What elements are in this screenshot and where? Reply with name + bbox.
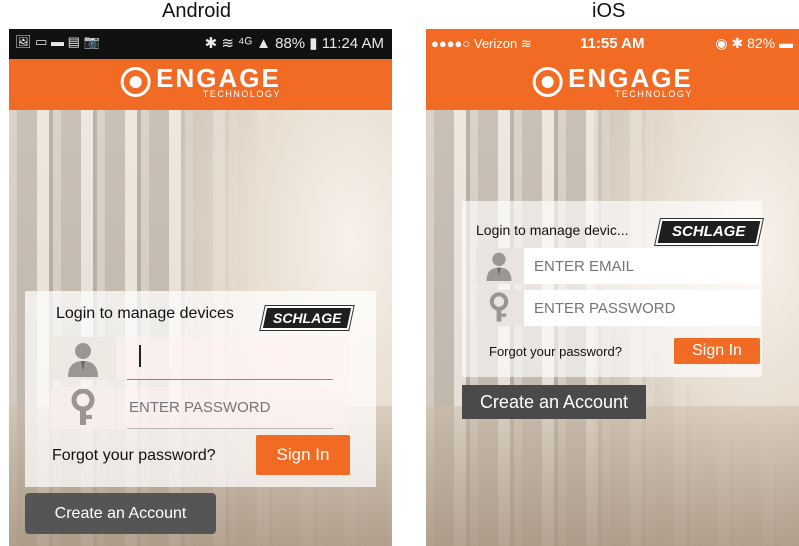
logo-word: ENGAGE	[156, 63, 281, 93]
password-input[interactable]	[127, 387, 333, 429]
create-account-button[interactable]: Create an Account	[25, 493, 216, 534]
engage-logo: ENGAGE TECHNOLOGY	[532, 65, 693, 99]
email-row	[51, 337, 349, 380]
user-icon	[51, 337, 115, 380]
key-icon	[476, 290, 522, 326]
android-status-bar: 🖼 ▭ ▬ ▤ 📷 ✱ ≋ ⁴ᴳ ▲ 88% ▮ 11:24 AM	[9, 29, 392, 59]
logo-word: ENGAGE	[568, 63, 693, 93]
schlage-logo: SCHLAGE	[655, 219, 763, 245]
login-title: Login to manage devices	[56, 305, 234, 322]
login-panel: Login to manage devic... SCHLAGE Forgot …	[462, 201, 763, 377]
password-row	[476, 290, 760, 326]
text-caret	[139, 345, 141, 367]
android-heading: Android	[162, 0, 231, 22]
status-time: 11:55 AM	[580, 35, 645, 52]
forgot-password-link[interactable]: Forgot your password?	[52, 447, 216, 465]
sign-in-button[interactable]: Sign In	[256, 435, 350, 475]
engage-logo-icon	[532, 67, 563, 97]
email-input[interactable]	[127, 337, 333, 380]
android-app-bar: ENGAGE TECHNOLOGY	[9, 59, 392, 110]
password-input[interactable]	[532, 290, 756, 326]
user-icon	[476, 248, 522, 284]
carrier-signal: ●●●●○ Verizon ≋	[431, 36, 532, 51]
email-input[interactable]	[532, 248, 756, 284]
schlage-logo: SCHLAGE	[260, 306, 354, 330]
login-panel: Login to manage devices SCHLAGE Forgot y…	[25, 291, 376, 487]
key-icon	[51, 387, 115, 429]
sign-in-button[interactable]: Sign In	[674, 338, 760, 364]
login-title: Login to manage devic...	[476, 222, 629, 238]
ios-status-bar: ●●●●○ Verizon ≋ 11:55 AM ◉ ✱ 82% ▬	[426, 29, 799, 59]
engage-logo: ENGAGE TECHNOLOGY	[120, 65, 281, 99]
create-account-button[interactable]: Create an Account	[462, 385, 646, 419]
android-screen: 🖼 ▭ ▬ ▤ 📷 ✱ ≋ ⁴ᴳ ▲ 88% ▮ 11:24 AM ENGAGE…	[9, 29, 392, 546]
ios-heading: iOS	[592, 0, 626, 22]
forgot-password-link[interactable]: Forgot your password?	[489, 344, 622, 359]
password-row	[51, 387, 349, 429]
status-right-info: ✱ ≋ ⁴ᴳ ▲ 88% ▮ 11:24 AM	[204, 35, 384, 52]
battery-status: ◉ ✱ 82% ▬	[715, 35, 793, 51]
email-row	[476, 248, 760, 284]
ios-screen: ●●●●○ Verizon ≋ 11:55 AM ◉ ✱ 82% ▬ ENGAG…	[426, 29, 799, 546]
ios-app-bar: ENGAGE TECHNOLOGY	[426, 59, 799, 110]
status-left-icons: 🖼 ▭ ▬ ▤ 📷	[15, 34, 100, 49]
engage-logo-icon	[120, 67, 151, 97]
